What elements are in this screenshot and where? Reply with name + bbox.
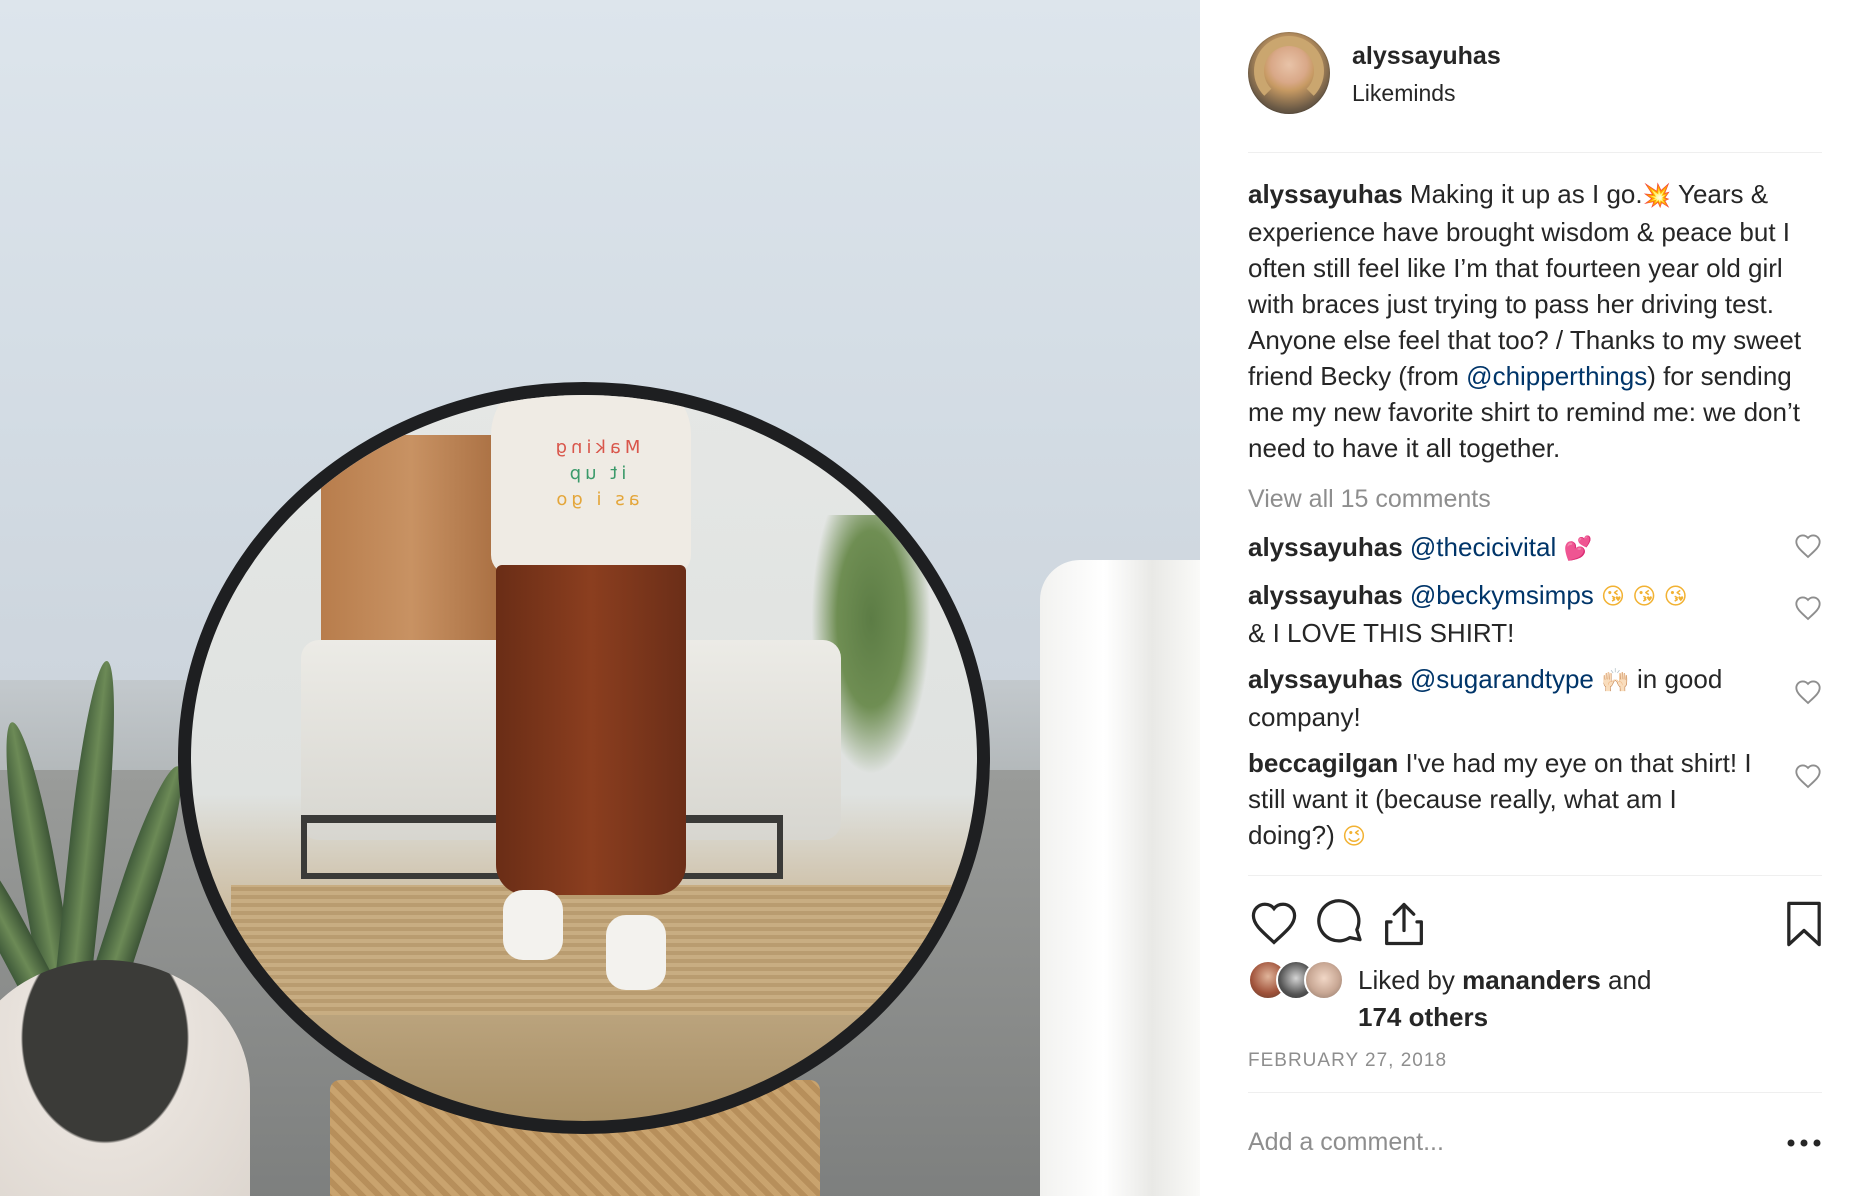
comment-text: & I LOVE THIS SHIRT! [1248, 618, 1515, 648]
shoe [606, 915, 666, 990]
header-username-link[interactable]: alyssayuhas [1352, 42, 1501, 71]
heart-icon[interactable] [1248, 898, 1300, 950]
pants [496, 565, 686, 895]
view-all-comments-link[interactable]: View all 15 comments [1248, 481, 1822, 517]
share-icon[interactable] [1378, 898, 1430, 950]
more-options-icon[interactable] [1786, 1137, 1822, 1149]
post-date[interactable]: FEBRUARY 27, 2018 [1248, 1050, 1447, 1072]
liker-avatar [1304, 960, 1344, 1000]
likes-others-link[interactable]: 174 others [1358, 1002, 1488, 1032]
shirt-line: as i go [552, 489, 640, 510]
likes-prefix: Liked by [1358, 965, 1463, 995]
photo-curtain [1040, 560, 1200, 1196]
comment-username[interactable]: alyssayuhas [1248, 580, 1403, 610]
post-header: alyssayuhas Likeminds [1248, 32, 1822, 153]
avatar-hair [1254, 36, 1324, 106]
wood-panel [321, 435, 501, 665]
shirt-line: it up [565, 463, 627, 484]
shirt-line: Making [551, 437, 641, 458]
comments-list[interactable]: alyssayuhas Making it up as I go.💥 Years… [1248, 176, 1822, 874]
post-photo[interactable]: Making it up as i go [0, 0, 1200, 1196]
location-link[interactable]: Likeminds [1352, 80, 1456, 107]
comment-username[interactable]: beccagilgan [1248, 748, 1398, 778]
comment-like-heart-icon[interactable] [1794, 533, 1822, 561]
kiss-emoji-icon: 😘 😘 😘 [1601, 584, 1688, 610]
liker-avatars[interactable] [1248, 960, 1358, 1002]
shirt-print: Making it up as i go [521, 435, 671, 513]
avatar[interactable] [1248, 32, 1330, 114]
caption: alyssayuhas Making it up as I go.💥 Years… [1248, 176, 1822, 466]
two-hearts-emoji-icon: 💕 [1563, 536, 1593, 562]
raised-hands-emoji-icon: 🙌🏻 [1601, 668, 1630, 694]
comment-item: alyssayuhas @thecicivital 💕 [1248, 529, 1822, 567]
likes-user-link[interactable]: mananders [1462, 965, 1601, 995]
comment-username[interactable]: alyssayuhas [1248, 532, 1403, 562]
caption-text: Making it up as I go. [1409, 179, 1643, 209]
add-comment-bar [1248, 1092, 1822, 1197]
comment-mention[interactable]: @thecicivital [1410, 532, 1556, 562]
bookmark-icon[interactable] [1778, 898, 1830, 950]
post-sidebar: alyssayuhas Likeminds alyssayuhas Making… [1200, 0, 1868, 1196]
comment-item: alyssayuhas @beckymsimps 😘 😘 😘 & I LOVE … [1248, 577, 1822, 651]
collision-emoji-icon: 💥 [1642, 183, 1672, 209]
comment-item: alyssayuhas @sugarandtype 🙌🏻 in good com… [1248, 661, 1822, 735]
likes-section: Liked by mananders and 174 others [1248, 958, 1822, 1036]
comment-mention[interactable]: @beckymsimps [1410, 580, 1594, 610]
caption-username[interactable]: alyssayuhas [1248, 179, 1403, 209]
round-mirror: Making it up as i go [178, 382, 990, 1134]
comment-like-heart-icon[interactable] [1794, 679, 1822, 707]
wink-emoji-icon: 😉 [1341, 824, 1366, 850]
rug [231, 885, 971, 1015]
comment-item: beccagilgan I've had my eye on that shir… [1248, 745, 1822, 855]
caption-mention[interactable]: @chipperthings [1466, 361, 1647, 391]
likes-and: and [1600, 965, 1652, 995]
shoe [503, 890, 563, 960]
comment-bubble-icon[interactable] [1314, 898, 1366, 950]
comment-like-heart-icon[interactable] [1794, 595, 1822, 623]
comment-username[interactable]: alyssayuhas [1248, 664, 1403, 694]
action-bar [1248, 875, 1822, 966]
comment-mention[interactable]: @sugarandtype [1410, 664, 1594, 694]
likes-text: Liked by mananders and 174 others [1358, 962, 1798, 1036]
comment-like-heart-icon[interactable] [1794, 763, 1822, 791]
caption-text: Years & experience have brought wisdom &… [1248, 179, 1802, 391]
add-comment-input[interactable] [1248, 1117, 1748, 1167]
